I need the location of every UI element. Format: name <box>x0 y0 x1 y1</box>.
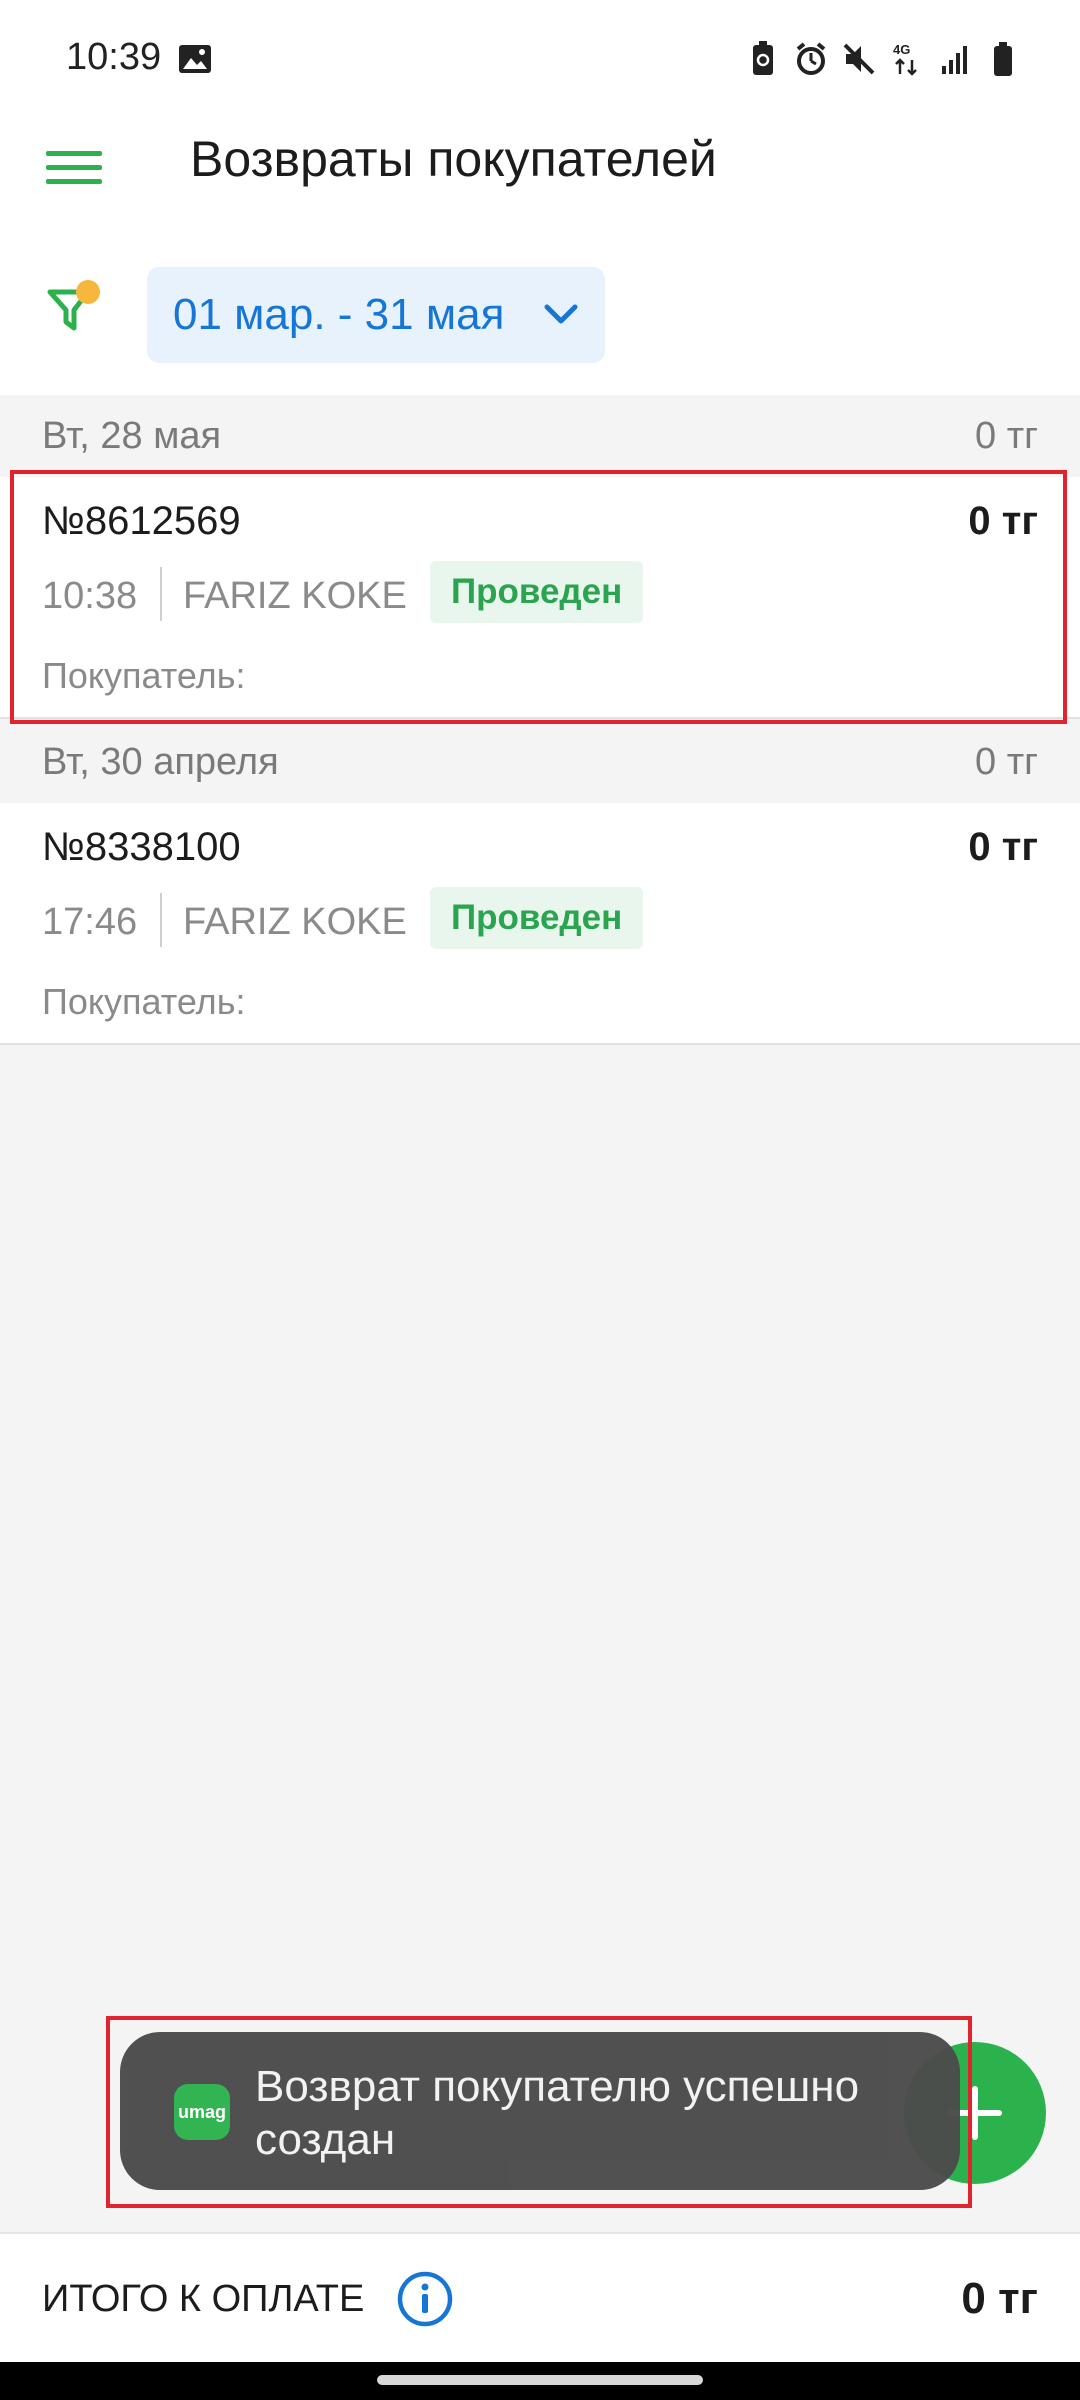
day-date: Вт, 30 апреля <box>42 741 279 783</box>
return-amount: 0 тг <box>968 499 1038 543</box>
return-user: FARIZ KOKE <box>183 575 407 617</box>
page-title: Возвраты покупателей <box>190 131 717 187</box>
date-range-text: 01 мар. - 31 мая <box>173 290 505 339</box>
info-icon[interactable] <box>396 2270 454 2328</box>
alarm-icon <box>796 42 826 75</box>
filter-icon[interactable] <box>44 278 108 342</box>
buyer-label: Покупатель: <box>42 655 246 696</box>
mute-icon <box>843 43 875 75</box>
status-time: 10:39 <box>66 36 162 78</box>
total-label: ИТОГО К ОПЛАТЕ <box>42 2278 365 2320</box>
return-number: №8612569 <box>42 499 241 543</box>
status-badge: Проведен <box>430 887 644 949</box>
network-4g-icon: 4G <box>893 42 917 76</box>
date-range-selector[interactable]: 01 мар. - 31 мая <box>147 267 605 363</box>
day-date: Вт, 28 мая <box>42 415 222 457</box>
day-sum: 0 тг <box>975 415 1038 457</box>
return-card[interactable]: №8612569 0 тг 10:38 FARIZ KOKE Проведен … <box>0 477 1080 719</box>
status-bar: 10:39 4G <box>0 0 1080 120</box>
filter-bar: 01 мар. - 31 мая <box>0 240 1080 395</box>
toast-message: Возврат покупателю успешно создан <box>255 2062 860 2164</box>
return-amount: 0 тг <box>968 825 1038 869</box>
return-time: 10:38 <box>42 575 138 617</box>
return-number: №8338100 <box>42 825 241 869</box>
status-badge: Проведен <box>430 561 644 623</box>
system-nav-bar <box>0 2362 1080 2400</box>
day-header: Вт, 30 апреля 0 тг <box>0 721 1080 805</box>
image-notification-icon <box>179 45 211 73</box>
return-time: 17:46 <box>42 901 138 943</box>
status-icons: 4G <box>746 40 1020 78</box>
day-sum: 0 тг <box>975 741 1038 783</box>
total-amount: 0 тг <box>961 2274 1038 2323</box>
chevron-down-icon <box>544 304 578 324</box>
divider <box>160 567 162 621</box>
menu-icon[interactable] <box>46 142 102 192</box>
divider <box>160 893 162 947</box>
battery-icon <box>994 42 1012 76</box>
day-header: Вт, 28 мая 0 тг <box>0 395 1080 479</box>
return-card[interactable]: №8338100 0 тг 17:46 FARIZ KOKE Проведен … <box>0 803 1080 1045</box>
umag-app-icon: umag <box>174 2084 230 2140</box>
buyer-label: Покупатель: <box>42 981 246 1022</box>
signal-icon <box>942 46 967 74</box>
total-footer: ИТОГО К ОПЛАТЕ 0 тг <box>0 2232 1080 2364</box>
toast-notification: umag Возврат покупателю успешно создан <box>120 2032 960 2190</box>
svg-text:4G: 4G <box>893 42 910 57</box>
return-user: FARIZ KOKE <box>183 901 407 943</box>
battery-saver-icon <box>753 41 773 75</box>
home-handle[interactable] <box>377 2375 703 2385</box>
